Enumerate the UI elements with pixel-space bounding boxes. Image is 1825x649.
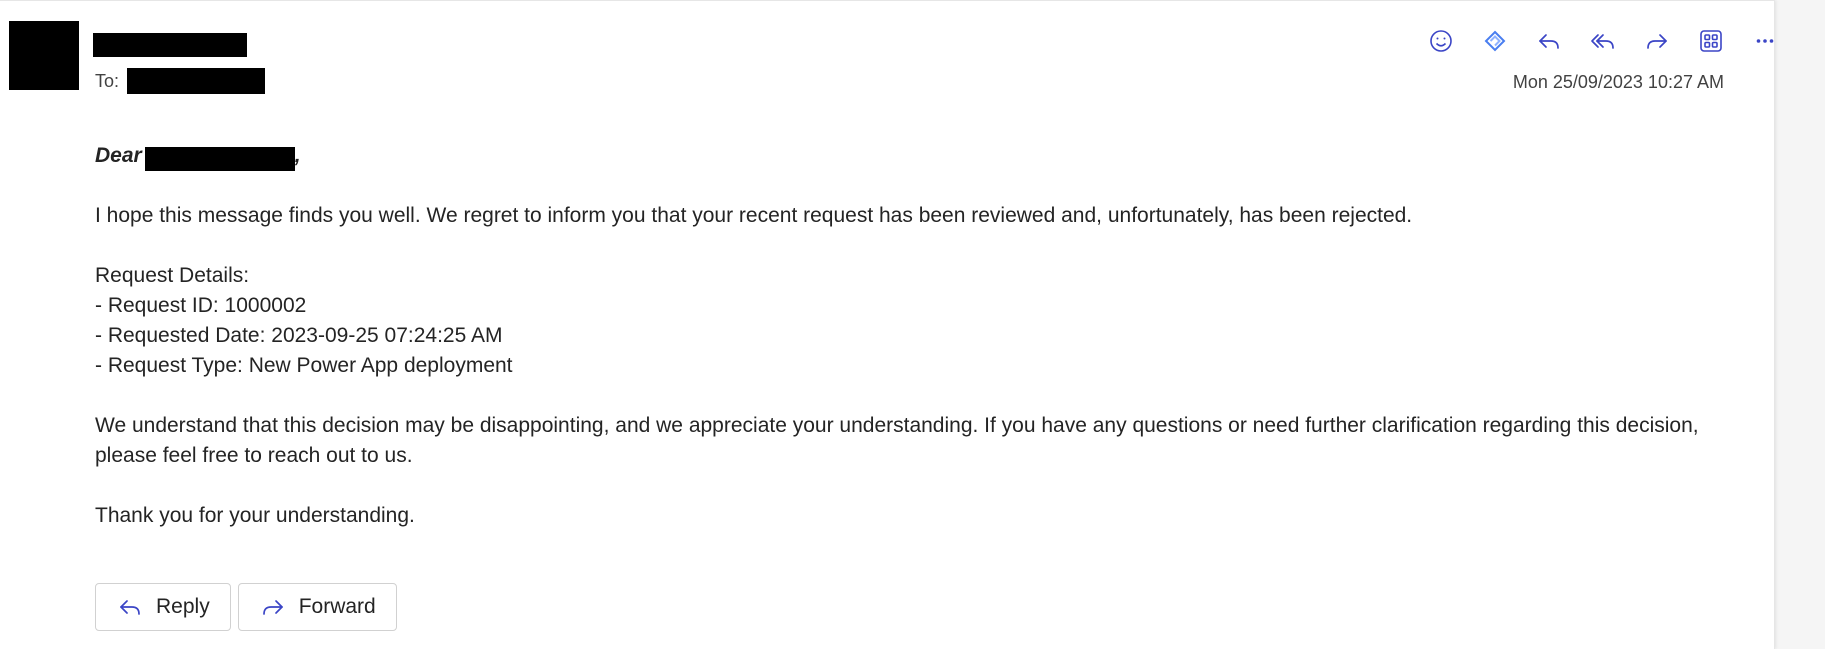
received-timestamp: Mon 25/09/2023 10:27 AM bbox=[1512, 72, 1724, 92]
detail-request-id: - Request ID: 1000002 bbox=[95, 294, 307, 317]
more-actions-button[interactable] bbox=[1738, 21, 1792, 61]
emoji-icon bbox=[1430, 30, 1452, 52]
loop-button[interactable] bbox=[1468, 21, 1522, 61]
forward-icon bbox=[262, 600, 283, 615]
details-title: Request Details: bbox=[95, 264, 250, 287]
forward-icon bbox=[1647, 34, 1667, 49]
forward-button-label: Forward bbox=[298, 595, 376, 618]
forward-button[interactable]: Forward bbox=[237, 583, 397, 631]
message-body: Dear , I hope this message finds you wel… bbox=[95, 141, 1735, 531]
to-label: To: bbox=[95, 70, 120, 91]
emoji-button[interactable] bbox=[1414, 21, 1468, 61]
reply-toolbar-button[interactable] bbox=[1522, 21, 1576, 61]
detail-requested-date: - Requested Date: 2023-09-25 07:24:25 AM bbox=[95, 324, 503, 347]
recipient-name-redacted bbox=[144, 147, 295, 171]
apps-icon bbox=[1700, 30, 1722, 52]
closing-text: Thank you for your understanding. bbox=[95, 504, 415, 527]
greeting-word: Dear bbox=[95, 144, 142, 167]
reply-all-toolbar-button[interactable] bbox=[1576, 21, 1630, 61]
reply-button[interactable]: Reply bbox=[95, 583, 231, 631]
paragraph-followup: We understand that this decision may be … bbox=[95, 411, 1735, 471]
apps-button[interactable] bbox=[1684, 21, 1738, 61]
request-details-block: Request Details: - Request ID: 1000002 -… bbox=[95, 261, 1735, 381]
recipient-redacted[interactable] bbox=[127, 68, 266, 94]
recipient-line: To: bbox=[95, 68, 266, 94]
sender-name-redacted[interactable] bbox=[93, 33, 247, 57]
message-toolbar bbox=[1414, 21, 1792, 61]
detail-request-type: - Request Type: New Power App deployment bbox=[95, 354, 513, 377]
email-reading-pane: To: Mon 25/09/2023 10:27 AM Dear , I hop… bbox=[0, 0, 1775, 649]
more-icon bbox=[1756, 39, 1774, 43]
greeting-comma: , bbox=[294, 144, 301, 167]
reply-button-label: Reply bbox=[156, 595, 210, 618]
paragraph-intro: I hope this message finds you well. We r… bbox=[95, 201, 1735, 231]
forward-toolbar-button[interactable] bbox=[1630, 21, 1684, 61]
quick-actions: Reply Forward bbox=[95, 583, 397, 631]
followup-text: We understand that this decision may be … bbox=[95, 414, 1699, 467]
loop-icon bbox=[1484, 30, 1506, 52]
reply-icon bbox=[1539, 34, 1559, 49]
reply-icon bbox=[120, 600, 140, 615]
sender-avatar[interactable] bbox=[9, 21, 79, 90]
paragraph-closing: Thank you for your understanding. bbox=[95, 501, 1735, 531]
reply-all-icon bbox=[1591, 34, 1614, 49]
greeting-line: Dear , bbox=[95, 141, 1735, 171]
intro-text: I hope this message finds you well. We r… bbox=[95, 204, 1413, 227]
